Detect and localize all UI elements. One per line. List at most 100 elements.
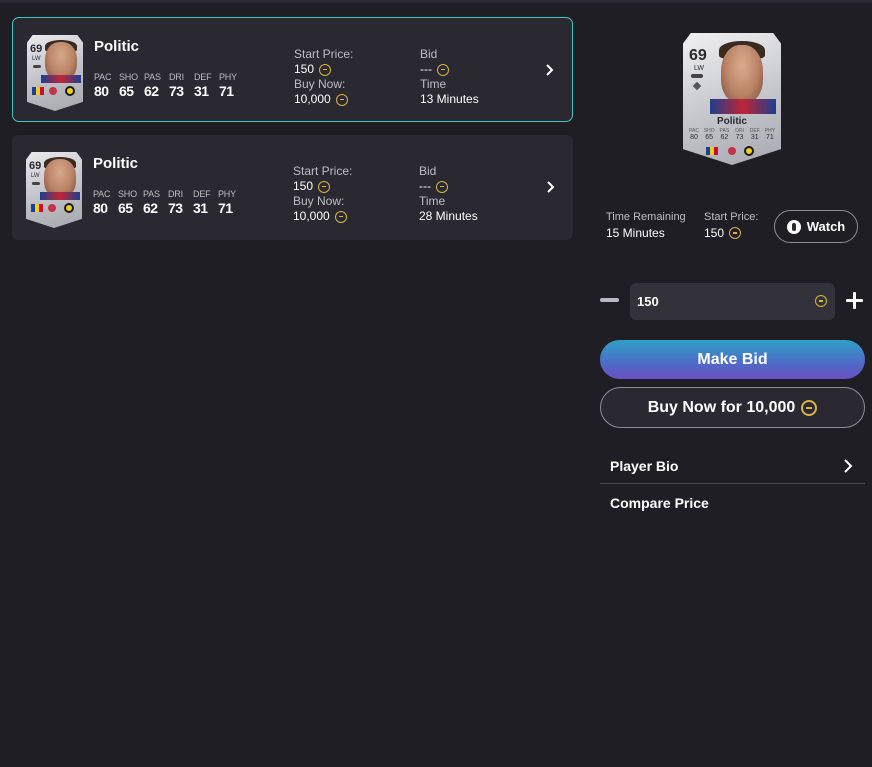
player-stats: PAC 80 SHO 65 PAS 62 DRI 73 DEF 31 PHY 71 — [93, 189, 239, 216]
stat-value: 73 — [168, 200, 183, 216]
coin-icon — [801, 399, 818, 416]
start-price: 150 — [293, 179, 352, 194]
player-face — [721, 45, 763, 103]
bid-value: --- — [420, 62, 432, 76]
stat-value: 31 — [194, 83, 209, 99]
bid-value: --- — [419, 179, 431, 193]
menu-item-label: Compare Price — [610, 495, 709, 511]
player-shirt — [710, 99, 776, 114]
stat-pac: PAC 80 — [94, 72, 115, 99]
plus-icon[interactable] — [846, 292, 863, 309]
nation-flag-icon — [706, 147, 718, 155]
listing-row[interactable]: 69 LW Politic PAC 80 SHO 65 PAS 62 DRI 73 DE… — [12, 17, 573, 122]
coin-icon — [318, 180, 331, 193]
buy-now: 10,000 — [294, 92, 353, 107]
stat-phy: PHY 71 — [763, 128, 777, 141]
stat-value: 65 — [118, 200, 133, 216]
stat-dri: DRI 73 — [169, 72, 190, 99]
bid-label: Bid — [420, 47, 438, 61]
player-card-thumbnail: 69 LW — [26, 152, 82, 228]
league-icon — [49, 87, 57, 95]
nation-flag-icon — [32, 87, 44, 95]
chemistry-icon — [692, 81, 702, 91]
stat-label: DEF — [194, 72, 212, 82]
coin-icon — [319, 63, 332, 76]
listing-row[interactable]: 69 LW Politic PAC 80 SHO 65 PAS 62 DRI 73 DE… — [12, 135, 573, 240]
player-card: 69 LW Politic PAC 80 SHO 65 PAS 62 DRI 73 DE… — [683, 33, 781, 165]
stat-label: DEF — [193, 189, 211, 199]
coin-icon — [815, 295, 827, 307]
chevron-right-icon[interactable] — [544, 177, 558, 197]
bid-amount-input[interactable] — [630, 283, 835, 320]
time-value: 13 Minutes — [420, 92, 479, 106]
chevron-right-icon — [844, 459, 853, 473]
stat-dri: DRI 73 — [733, 128, 747, 141]
time-value: 28 Minutes — [419, 209, 478, 223]
card-player-name: Politic — [716, 116, 747, 127]
player-shirt — [40, 192, 80, 200]
compare-price-item[interactable]: Compare Price — [600, 485, 865, 521]
stat-value: 73 — [169, 83, 184, 99]
stat-def: DEF 31 — [748, 128, 762, 141]
time-label: Time — [419, 194, 446, 208]
stat-value: 65 — [705, 134, 714, 141]
league-icon — [728, 147, 736, 155]
bid-label: Bid — [419, 164, 437, 178]
buy-now-button[interactable]: Buy Now for 10,000 — [600, 387, 865, 428]
coin-icon — [437, 63, 449, 76]
stat-label: PHY — [219, 72, 237, 82]
bid-column: Bid --- Time 13 Minutes — [420, 47, 479, 107]
card-rating: 69 — [689, 47, 707, 64]
stat-label: PAC — [94, 72, 112, 82]
start-price-label: Start Price: — [293, 164, 353, 178]
stat-value: 80 — [690, 134, 698, 141]
buy-now: 10,000 — [293, 209, 352, 224]
stat-label: DRI — [169, 72, 184, 82]
stat-label: PAS — [144, 72, 161, 82]
card-stats: PAC 80 SHO 65 PAS 62 DRI 73 DEF 31 PHY 71 — [687, 128, 777, 141]
stat-value: 71 — [766, 134, 774, 141]
start-price: 150 — [294, 62, 353, 77]
club-badge-icon — [744, 146, 754, 156]
card-position: LW — [32, 56, 41, 62]
menu-item-label: Player Bio — [610, 457, 679, 474]
make-bid-button[interactable]: Make Bid — [600, 340, 865, 379]
stat-pas: PAS 62 — [144, 72, 165, 99]
coin-icon — [436, 180, 448, 193]
coin-icon — [729, 227, 742, 239]
stat-value: 31 — [193, 200, 208, 216]
top-bar — [0, 0, 872, 3]
start-price-row: 150 — [704, 225, 758, 241]
stat-label: SHO — [118, 189, 137, 199]
stat-sho: SHO 65 — [119, 72, 140, 99]
club-badge-icon — [64, 203, 74, 213]
time-remaining: Time Remaining 15 Minutes — [606, 209, 686, 241]
bid-column: Bid --- Time 28 Minutes — [419, 164, 478, 224]
coin-icon — [334, 210, 347, 223]
time-remaining-value: 15 Minutes — [606, 226, 665, 240]
time-label: Time — [420, 77, 447, 91]
price-column: Start Price: 150 Buy Now: 10,000 — [294, 47, 353, 107]
card-rating: 69 — [30, 43, 43, 55]
player-name: Politic — [93, 155, 139, 172]
nation-flag-icon — [31, 204, 43, 212]
player-stats: PAC 80 SHO 65 PAS 62 DRI 73 DEF 31 PHY 71 — [94, 72, 240, 99]
watch-button[interactable]: Watch — [774, 210, 858, 243]
player-bio-item[interactable]: Player Bio — [600, 448, 865, 484]
stat-value: 80 — [93, 200, 108, 216]
bid: --- — [419, 179, 478, 194]
stat-sho: SHO 65 — [702, 128, 716, 141]
stat-pas: PAS 62 — [717, 128, 731, 141]
watch-icon — [786, 219, 801, 234]
stat-value: 80 — [94, 83, 109, 99]
stat-label: DRI — [168, 189, 183, 199]
chevron-right-icon[interactable] — [543, 60, 557, 80]
club-icon — [32, 182, 40, 185]
club-icon — [691, 74, 703, 78]
minus-icon[interactable] — [600, 298, 619, 302]
stat-label: SHO — [119, 72, 138, 82]
start-price-label: Start Price: — [294, 47, 354, 61]
stat-dri: DRI 73 — [168, 189, 189, 216]
stat-value: 73 — [735, 134, 744, 141]
stat-label: PAS — [143, 189, 160, 199]
